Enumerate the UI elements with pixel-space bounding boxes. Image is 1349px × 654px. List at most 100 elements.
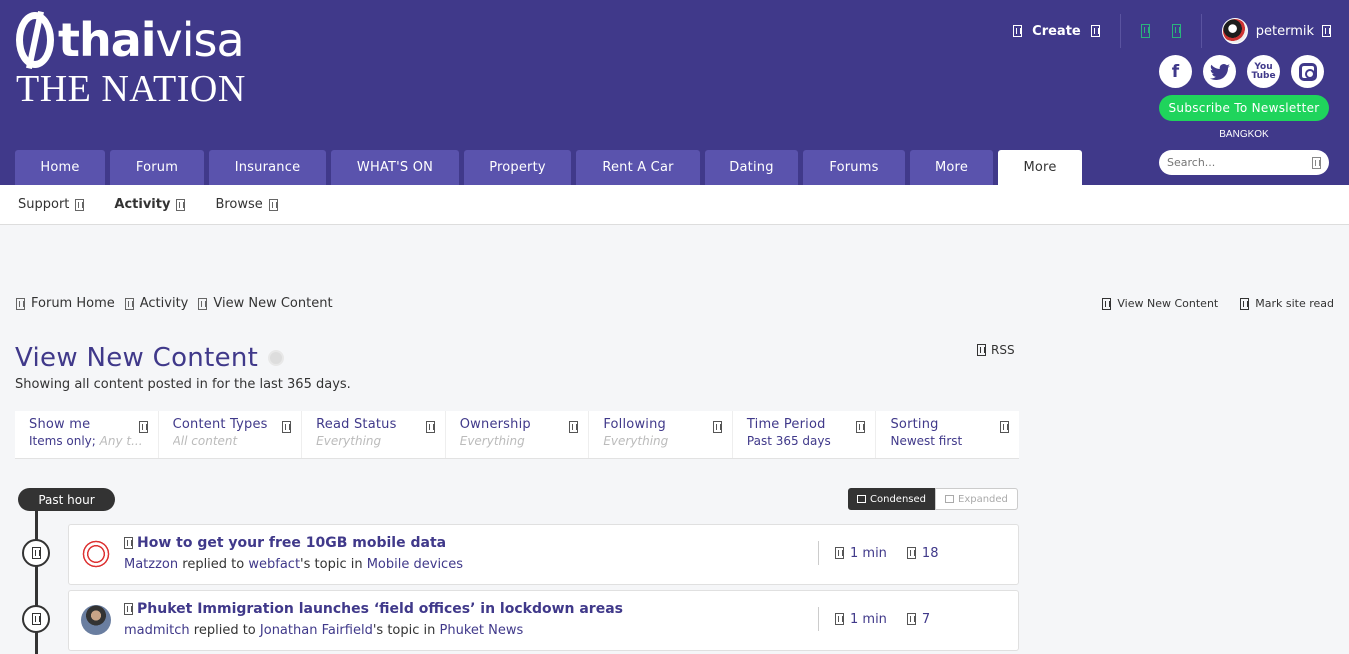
list-item[interactable]: How to get your free 10GB mobile data Ma… [68, 524, 1019, 585]
subnav-label: Browse [215, 197, 263, 212]
caret-down-icon [856, 421, 866, 433]
rss-link[interactable]: RSS [977, 343, 1015, 357]
create-button[interactable]: Create [1013, 24, 1120, 39]
filter-following[interactable]: Following Everything [588, 411, 732, 458]
filter-value-extra: Any t... [99, 434, 143, 448]
search-input[interactable] [1167, 156, 1307, 169]
entry-stats: 1 min 18 [818, 541, 938, 565]
comment-icon [906, 613, 916, 625]
nav-tab-property[interactable]: Property [464, 150, 571, 185]
breadcrumb-view-new-content[interactable]: View New Content [213, 296, 332, 311]
expanded-view-button[interactable]: Expanded [935, 488, 1018, 510]
entry-user-link[interactable]: Matzzon [124, 557, 178, 572]
entry-forum-link[interactable]: Mobile devices [367, 557, 463, 572]
clock-icon [835, 547, 844, 559]
nav-tab-dating[interactable]: Dating [705, 150, 798, 185]
envelope-icon[interactable] [1171, 24, 1181, 38]
search-box [1159, 150, 1329, 175]
entry-replies: 18 [906, 546, 938, 561]
caret-down-icon [176, 198, 186, 211]
comment-icon [31, 547, 41, 559]
avatar [1221, 18, 1248, 44]
subnav-item-browse[interactable]: Browse [215, 197, 278, 212]
entry-owner-link[interactable]: Jonathan Fairfield [260, 623, 373, 638]
entry-owner-suffix: 's topic in [300, 557, 363, 572]
avatar[interactable] [81, 605, 111, 635]
logo-brand-bold: thai [58, 13, 157, 67]
user-menu[interactable]: petermik [1202, 18, 1331, 44]
entry-meta: Matzzon replied to webfact's topic in Mo… [124, 557, 463, 572]
social-links: f You Tube [1159, 55, 1324, 88]
subnav-item-activity[interactable]: Activity [114, 197, 186, 212]
filter-value: Items only; [29, 434, 96, 448]
filter-label: Sorting [890, 417, 939, 432]
site-logo[interactable]: thaivisa THE NATION [16, 10, 246, 108]
subscribe-newsletter-button[interactable]: Subscribe To Newsletter [1159, 95, 1329, 121]
list-item[interactable]: Phuket Immigration launches ‘field offic… [68, 590, 1019, 651]
filter-sorting[interactable]: Sorting Newest first [875, 411, 1019, 458]
youtube-icon[interactable]: You Tube [1247, 55, 1280, 88]
filter-label: Show me [29, 417, 91, 432]
period-badge: Past hour [18, 488, 115, 511]
chevron-right-icon [198, 297, 208, 310]
entry-owner-link[interactable]: webfact [248, 557, 300, 572]
filter-value: Everything [459, 434, 525, 448]
nav-tab-more[interactable]: More [910, 150, 993, 185]
newspaper-icon [1102, 297, 1112, 310]
timeline-node-icon [22, 539, 50, 567]
logo-mark-icon [16, 12, 54, 68]
entry-meta: madmitch replied to Jonathan Fairfield's… [124, 623, 523, 638]
facebook-icon[interactable]: f [1159, 55, 1192, 88]
entry-replies: 7 [906, 612, 930, 627]
twitter-icon[interactable] [1203, 55, 1236, 88]
entry-title-text: Phuket Immigration launches ‘field offic… [137, 601, 623, 617]
bell-icon[interactable] [1140, 24, 1150, 38]
nav-tab-forum[interactable]: Forum [110, 150, 204, 185]
filter-show-me[interactable]: Show me Items only; Any t... [15, 411, 158, 458]
view-new-content-link[interactable]: View New Content [1102, 297, 1218, 310]
nav-tab-forums[interactable]: Forums [803, 150, 905, 185]
caret-down-icon [1322, 25, 1331, 37]
entry-title-text: How to get your free 10GB mobile data [137, 535, 447, 551]
subnav-item-support[interactable]: Support [18, 197, 85, 212]
nav-tab-whats-on[interactable]: WHAT'S ON [331, 150, 459, 185]
filter-content-types[interactable]: Content Types All content [157, 411, 302, 458]
filter-bar: Show me Items only; Any t... Content Typ… [15, 411, 1019, 459]
entry-time[interactable]: 1 min [835, 612, 887, 627]
nav-tab-more-active[interactable]: More [998, 150, 1082, 185]
entry-user-link[interactable]: madmitch [124, 623, 190, 638]
caret-down-icon [282, 421, 292, 433]
nav-tab-insurance[interactable]: Insurance [209, 150, 326, 185]
username: petermik [1255, 23, 1314, 39]
avatar[interactable] [81, 539, 111, 569]
filter-read-status[interactable]: Read Status Everything [301, 411, 445, 458]
caret-down-icon [138, 421, 148, 433]
entry-title[interactable]: Phuket Immigration launches ‘field offic… [124, 601, 623, 617]
entry-time-value: 1 min [850, 545, 887, 561]
home-icon [16, 297, 25, 310]
filter-time-period[interactable]: Time Period Past 365 days [731, 411, 876, 458]
entry-time[interactable]: 1 min [835, 546, 887, 561]
condensed-view-button[interactable]: Condensed [848, 488, 935, 510]
search-icon[interactable] [1312, 156, 1321, 169]
entry-stats: 1 min 7 [818, 607, 930, 631]
entry-forum-link[interactable]: Phuket News [440, 623, 524, 638]
breadcrumb-forum-home[interactable]: Forum Home [31, 296, 115, 311]
instagram-icon[interactable] [1291, 55, 1324, 88]
breadcrumb-activity[interactable]: Activity [140, 296, 189, 311]
page-title-text: View New Content [15, 343, 259, 373]
notification-icons [1121, 24, 1201, 38]
mark-site-read-link[interactable]: Mark site read [1240, 297, 1334, 310]
location-label: BANGKOK [1219, 129, 1269, 140]
filter-value: Everything [603, 434, 669, 448]
filter-label: Content Types [172, 417, 268, 432]
nav-tab-home[interactable]: Home [15, 150, 105, 185]
entry-title[interactable]: How to get your free 10GB mobile data [124, 535, 446, 551]
rss-icon [977, 344, 986, 356]
filter-label: Read Status [316, 417, 397, 432]
filter-label: Following [603, 417, 666, 432]
status-dot-icon [268, 350, 285, 366]
filter-ownership[interactable]: Ownership Everything [444, 411, 589, 458]
sub-nav: Support Activity Browse [0, 185, 1349, 225]
nav-tab-rent-a-car[interactable]: Rent A Car [576, 150, 700, 185]
